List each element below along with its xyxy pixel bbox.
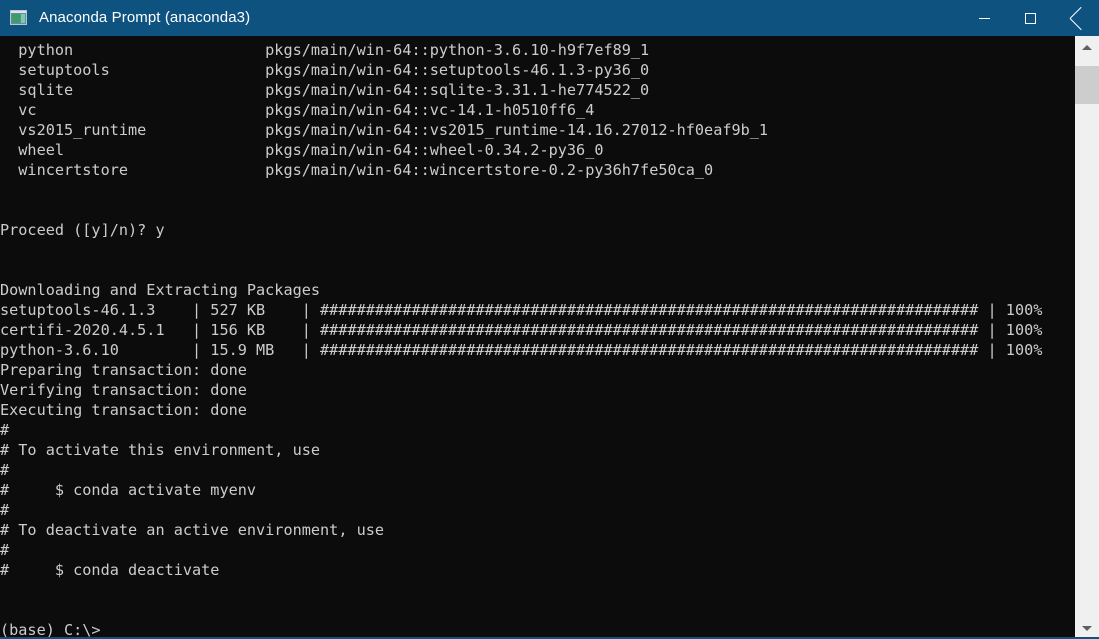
console-line: # To deactivate an active environment, u… — [0, 520, 1074, 540]
console-line: # To activate this environment, use — [0, 440, 1074, 460]
console-line: certifi-2020.4.5.1 | 156 KB | ##########… — [0, 320, 1074, 340]
maximize-icon — [1025, 13, 1036, 24]
console-line: # — [0, 460, 1074, 480]
console-line — [0, 260, 1074, 280]
close-button[interactable] — [1053, 0, 1099, 36]
console-output[interactable]: python pkgs/main/win-64::python-3.6.10-h… — [0, 36, 1074, 639]
console-line: python pkgs/main/win-64::python-3.6.10-h… — [0, 40, 1074, 60]
close-icon — [1070, 12, 1082, 24]
scrollbar-thumb[interactable] — [1075, 66, 1099, 104]
console-line: # — [0, 540, 1074, 560]
console-line: setuptools-46.1.3 | 527 KB | ###########… — [0, 300, 1074, 320]
console-line: (base) C:\> — [0, 620, 1074, 639]
console-line: vs2015_runtime pkgs/main/win-64::vs2015_… — [0, 120, 1074, 140]
console-line: wincertstore pkgs/main/win-64::wincertst… — [0, 160, 1074, 180]
window-body: python pkgs/main/win-64::python-3.6.10-h… — [0, 36, 1099, 639]
console-line — [0, 600, 1074, 620]
console-line: Preparing transaction: done — [0, 360, 1074, 380]
maximize-button[interactable] — [1007, 0, 1053, 36]
scrollbar-down-button[interactable] — [1075, 617, 1099, 639]
console-line — [0, 240, 1074, 260]
console-line: Executing transaction: done — [0, 400, 1074, 420]
console-line: vc pkgs/main/win-64::vc-14.1-h0510ff6_4 — [0, 100, 1074, 120]
title-bar-left: Anaconda Prompt (anaconda3) — [0, 0, 961, 36]
console-line: sqlite pkgs/main/win-64::sqlite-3.31.1-h… — [0, 80, 1074, 100]
console-line: # $ conda activate myenv — [0, 480, 1074, 500]
minimize-button[interactable] — [961, 0, 1007, 36]
minimize-icon — [979, 18, 990, 19]
console-line: wheel pkgs/main/win-64::wheel-0.34.2-py3… — [0, 140, 1074, 160]
chevron-down-icon — [1082, 626, 1092, 631]
scrollbar-up-button[interactable] — [1075, 36, 1099, 58]
anaconda-terminal-icon — [9, 8, 29, 28]
console-line: Verifying transaction: done — [0, 380, 1074, 400]
scrollbar-track[interactable] — [1075, 58, 1099, 617]
console-line: # — [0, 420, 1074, 440]
console-line: Proceed ([y]/n)? y — [0, 220, 1074, 240]
title-bar[interactable]: Anaconda Prompt (anaconda3) — [0, 0, 1099, 36]
window-title: Anaconda Prompt (anaconda3) — [39, 0, 250, 36]
vertical-scrollbar[interactable] — [1074, 36, 1099, 639]
window-controls — [961, 0, 1099, 36]
console-line — [0, 580, 1074, 600]
console-line: # — [0, 500, 1074, 520]
anaconda-prompt-window: Anaconda Prompt (anaconda3) python pkgs/… — [0, 0, 1099, 639]
console-line: Downloading and Extracting Packages — [0, 280, 1074, 300]
console-line: setuptools pkgs/main/win-64::setuptools-… — [0, 60, 1074, 80]
console-line — [0, 180, 1074, 200]
console-line — [0, 200, 1074, 220]
chevron-up-icon — [1082, 45, 1092, 50]
console-line: # $ conda deactivate — [0, 560, 1074, 580]
console-line: python-3.6.10 | 15.9 MB | ##############… — [0, 340, 1074, 360]
